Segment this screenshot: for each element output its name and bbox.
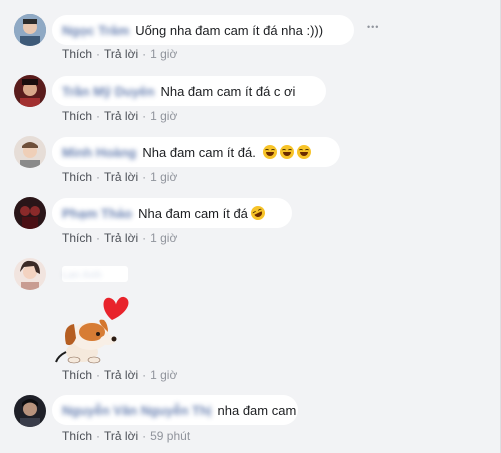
comment-bubble: Minh Hoàng Nha đam cam ít đá.	[52, 137, 340, 167]
comment-actions: Thích · Trả lời · 1 giờ	[62, 170, 178, 184]
comment-time[interactable]: 1 giờ	[150, 170, 177, 184]
avatar[interactable]	[14, 136, 46, 168]
comment-author[interactable]: Phạm Thảo	[62, 206, 132, 221]
tears-of-joy-emoji-icon	[262, 144, 277, 159]
comment-time[interactable]: 1 giờ	[150, 47, 177, 61]
comment-actions: Thích · Trả lời · 1 giờ	[62, 368, 178, 382]
comment-time[interactable]: 1 giờ	[150, 109, 177, 123]
reply-link[interactable]: Trả lời	[104, 47, 138, 61]
comment-actions: Thích · Trả lời · 59 phút	[62, 429, 191, 443]
comment-bubble: Ngọc Trâm Uống nha đam cam ít đá nha :))…	[52, 15, 354, 45]
reply-link[interactable]: Trả lời	[104, 231, 138, 245]
like-link[interactable]: Thích	[62, 429, 92, 443]
like-link[interactable]: Thích	[62, 368, 92, 382]
comment-author[interactable]: Lan Anh	[62, 266, 128, 282]
like-link[interactable]: Thích	[62, 170, 92, 184]
comment-author[interactable]: Ngọc Trâm	[62, 23, 129, 38]
comment-text: Nha đam cam ít đá c ơi	[160, 83, 296, 99]
avatar[interactable]	[14, 258, 46, 290]
comment-actions: Thích · Trả lời · 1 giờ	[62, 109, 178, 123]
tears-of-joy-emoji-icon	[296, 144, 311, 159]
comment-time[interactable]: 1 giờ	[150, 368, 177, 382]
comment-author[interactable]: Nguyễn Văn Nguyễn Thị	[62, 403, 212, 418]
avatar[interactable]	[14, 197, 46, 229]
comment-bubble: Trần Mỹ Duyên Nha đam cam ít đá c ơi	[52, 76, 326, 106]
comment-time[interactable]: 1 giờ	[150, 231, 177, 245]
comment-bubble: Phạm Thảo Nha đam cam ít đá	[52, 198, 292, 228]
comment-time[interactable]: 59 phút	[150, 429, 190, 443]
like-link[interactable]: Thích	[62, 231, 92, 245]
like-link[interactable]: Thích	[62, 109, 92, 123]
comment-text: nha đam cam	[217, 402, 297, 418]
comment-actions: Thích · Trả lời · 1 giờ	[62, 231, 178, 245]
avatar[interactable]	[14, 395, 46, 427]
more-options-icon[interactable]: •••	[367, 22, 379, 32]
reply-link[interactable]: Trả lời	[104, 429, 138, 443]
avatar[interactable]	[14, 14, 46, 46]
reply-link[interactable]: Trả lời	[104, 109, 138, 123]
comment-author[interactable]: Minh Hoàng	[62, 145, 136, 160]
avatar[interactable]	[14, 75, 46, 107]
comment-text: Nha đam cam ít đá	[138, 205, 248, 221]
comment-actions: Thích · Trả lời · 1 giờ	[62, 47, 178, 61]
like-link[interactable]: Thích	[62, 47, 92, 61]
comment-bubble: Nguyễn Văn Nguyễn Thị nha đam cam	[52, 395, 298, 425]
comment-text: Nha đam cam ít đá.	[142, 144, 256, 160]
tears-of-joy-emoji-icon	[279, 144, 294, 159]
rolling-laughing-emoji-icon	[248, 203, 268, 223]
comment-text: Uống nha đam cam ít đá nha :)))	[135, 22, 324, 38]
reply-link[interactable]: Trả lời	[104, 170, 138, 184]
reply-link[interactable]: Trả lời	[104, 368, 138, 382]
comment-author[interactable]: Trần Mỹ Duyên	[62, 84, 154, 99]
puppy-heart-sticker-icon[interactable]	[52, 292, 130, 368]
